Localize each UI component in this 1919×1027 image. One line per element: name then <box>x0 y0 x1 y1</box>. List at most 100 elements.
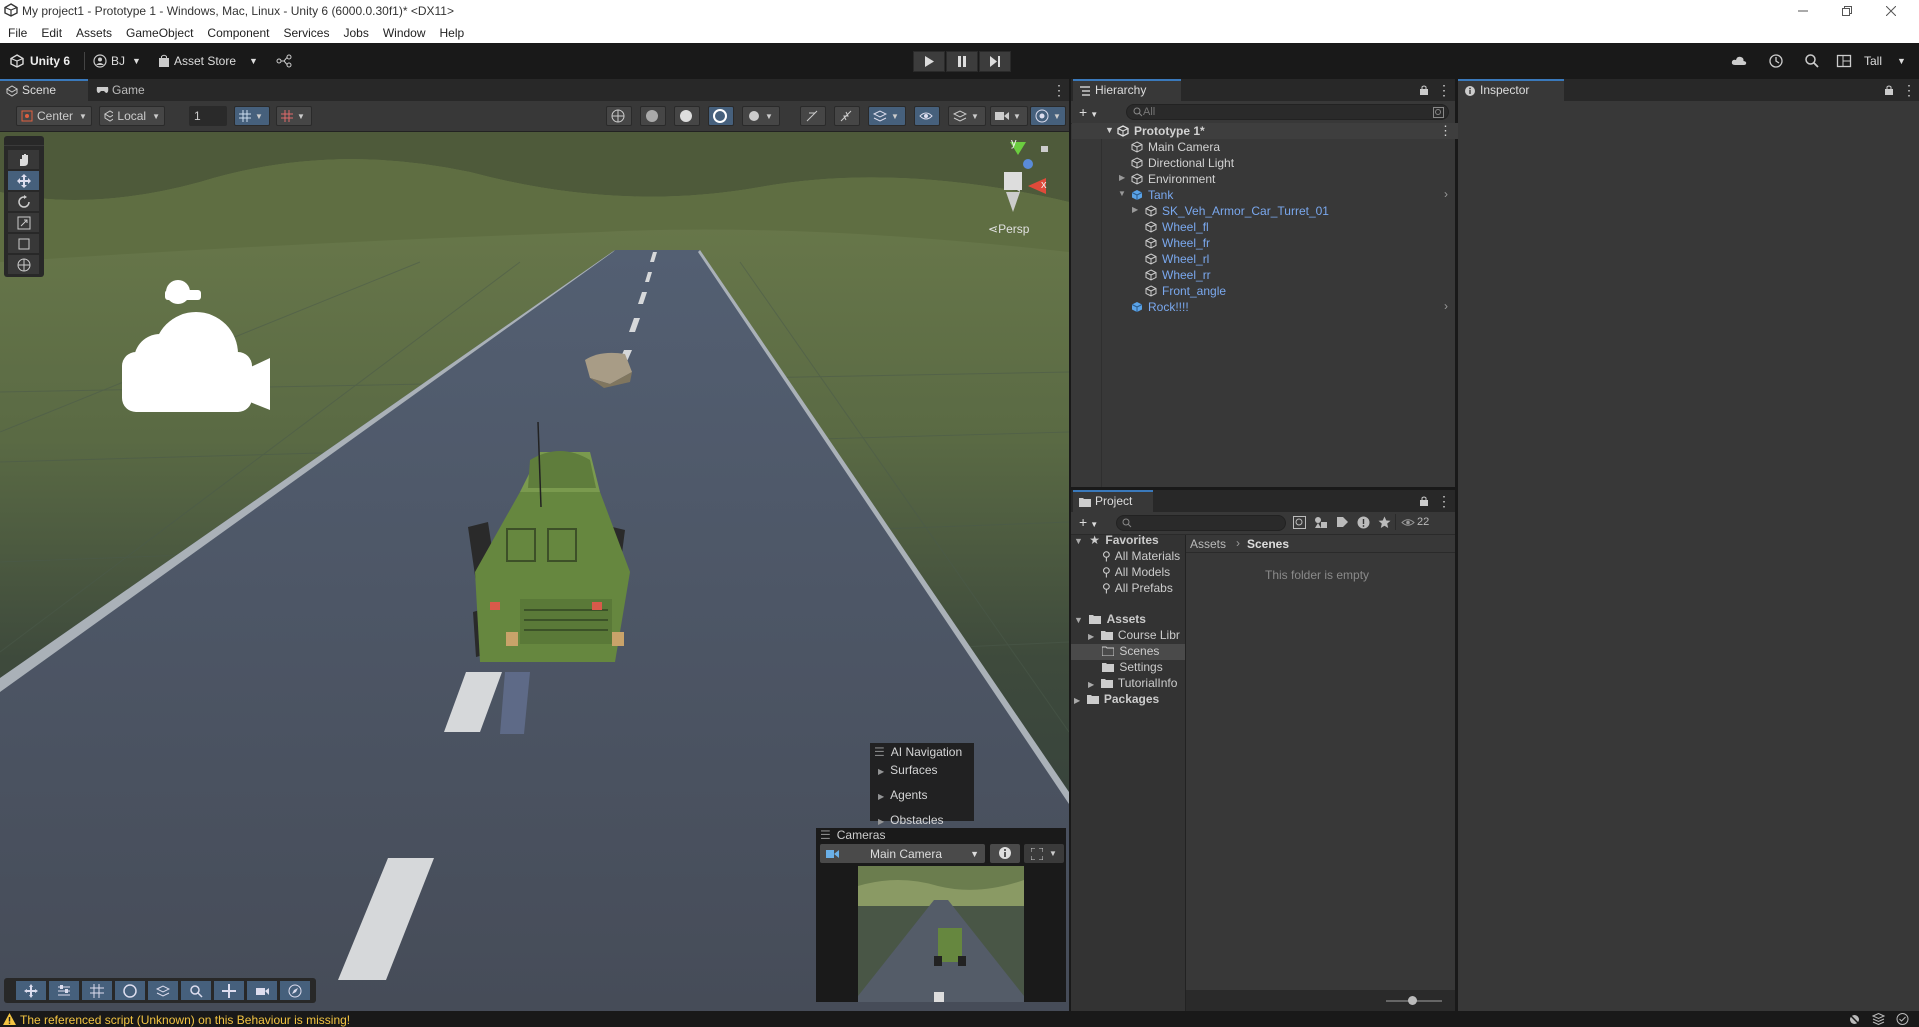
transform-tools-button[interactable] <box>16 981 46 1000</box>
hierarchy-item-front-angle[interactable]: Front_angle <box>1072 283 1458 299</box>
hidden-packages-icon[interactable] <box>1401 518 1415 527</box>
pivot-mode-dropdown[interactable]: Center ▼ <box>16 106 92 126</box>
rotate-tool-button[interactable] <box>8 192 39 211</box>
hierarchy-item-main-camera[interactable]: Main Camera <box>1072 139 1458 155</box>
menu-window[interactable]: Window <box>383 26 426 40</box>
chevron-down-icon[interactable]: ▼ <box>1105 125 1114 135</box>
search-icon[interactable] <box>1804 53 1820 69</box>
chevron-down-icon[interactable]: ▼ <box>132 56 141 66</box>
more-options-icon[interactable]: ⋮ <box>1437 82 1451 99</box>
unlit-button[interactable] <box>708 106 734 126</box>
ai-nav-obstacles[interactable]: ▶ Obstacles <box>878 813 944 827</box>
hierarchy-item-rock[interactable]: Rock!!!! › <box>1072 299 1458 315</box>
grid-size-input[interactable]: 1 <box>189 106 227 126</box>
gizmos-dropdown[interactable]: ▼ <box>1030 106 1066 126</box>
tree-assets[interactable]: ▼ Assets <box>1074 612 1146 628</box>
chevron-down-icon[interactable]: ▼ <box>249 56 258 66</box>
play-button[interactable] <box>913 51 945 72</box>
add-object-button[interactable]: + ▼ <box>1079 104 1098 120</box>
tree-folder-course-library[interactable]: ▶ Course Libr <box>1088 628 1184 644</box>
hierarchy-item-wheel-rl[interactable]: Wheel_rl <box>1072 251 1458 267</box>
chevron-right-icon[interactable]: ▶ <box>1119 173 1125 182</box>
chevron-right-icon[interactable]: ▶ <box>1088 632 1094 641</box>
tree-packages[interactable]: ▶ Packages <box>1074 692 1159 708</box>
unity-version-label[interactable]: Unity 6 <box>30 54 70 68</box>
bug-icon[interactable] <box>1848 1013 1861 1025</box>
icon-size-slider-handle[interactable] <box>1408 996 1417 1005</box>
effects-button[interactable]: ▼ <box>868 106 906 126</box>
hierarchy-item-turret[interactable]: ▶ SK_Veh_Armor_Car_Turret_01 <box>1072 203 1458 219</box>
shaded-button[interactable] <box>674 106 700 126</box>
ai-nav-surfaces[interactable]: ▶ Surfaces <box>878 763 938 777</box>
hierarchy-item-wheel-fr[interactable]: Wheel_fr <box>1072 235 1458 251</box>
more-options-icon[interactable]: ⋮ <box>1439 123 1452 139</box>
tree-favorites[interactable]: ▼ ★ Favorites <box>1074 533 1159 549</box>
grid-visibility-button[interactable]: ▼ <box>276 106 312 126</box>
chevron-right-icon[interactable]: ▶ <box>1074 696 1080 705</box>
ai-navigation-button[interactable] <box>280 981 310 1000</box>
tab-hierarchy[interactable]: Hierarchy <box>1073 79 1181 101</box>
layers-overlay-button[interactable] <box>148 981 178 1000</box>
account-icon[interactable] <box>93 54 107 68</box>
more-options-icon[interactable]: ⋮ <box>1052 82 1066 99</box>
navigation-overlay-button[interactable] <box>214 981 244 1000</box>
lock-icon[interactable] <box>1884 85 1894 95</box>
breadcrumb-scenes[interactable]: Scenes <box>1247 537 1289 551</box>
shaded-wire-button[interactable] <box>640 106 666 126</box>
tree-favorite-all-models[interactable]: ⚲ All Models <box>1102 565 1170 581</box>
log-types-icon[interactable] <box>1357 516 1370 529</box>
chevron-right-icon[interactable]: ▶ <box>1088 680 1094 689</box>
move-tool-button[interactable] <box>8 171 39 190</box>
close-icon[interactable] <box>1869 0 1913 22</box>
tool-settings-button[interactable] <box>49 981 79 1000</box>
breadcrumb-assets[interactable]: Assets <box>1190 537 1226 551</box>
hierarchy-item-tank[interactable]: ▼ Tank › <box>1072 187 1458 203</box>
tab-scene[interactable]: Scene <box>0 79 88 101</box>
pause-button[interactable] <box>946 51 978 72</box>
chevron-down-icon[interactable]: ▼ <box>1897 56 1906 66</box>
scale-tool-button[interactable] <box>8 213 39 232</box>
cloud-icon[interactable] <box>1731 54 1747 68</box>
grid-snap-button[interactable]: ▼ <box>234 106 270 126</box>
tab-game[interactable]: Game <box>90 79 170 101</box>
chevron-down-icon[interactable]: ▼ <box>1118 189 1126 198</box>
menu-assets[interactable]: Assets <box>76 26 112 40</box>
more-options-icon[interactable]: ⋮ <box>1902 82 1916 99</box>
tree-favorite-all-materials[interactable]: ⚲ All Materials <box>1102 549 1184 565</box>
menu-gameobject[interactable]: GameObject <box>126 26 193 40</box>
space-mode-dropdown[interactable]: Local ▼ <box>99 106 165 126</box>
rect-tool-button[interactable] <box>8 234 39 253</box>
chevron-right-icon[interactable]: › <box>1444 299 1448 313</box>
debug-view-button[interactable]: ▼ <box>742 106 780 126</box>
hierarchy-item-wheel-rr[interactable]: Wheel_rr <box>1072 267 1458 283</box>
stack-icon[interactable] <box>1872 1013 1885 1025</box>
chevron-right-icon[interactable]: › <box>1444 187 1448 201</box>
drag-handle-icon[interactable]: ☰ <box>820 828 831 842</box>
lighting-toggle-button[interactable] <box>834 106 860 126</box>
asset-store-button[interactable]: Asset Store <box>174 54 236 68</box>
search-overlay-button[interactable] <box>181 981 211 1000</box>
chevron-down-icon[interactable]: ▼ <box>1074 615 1083 625</box>
version-control-icon[interactable] <box>276 54 292 68</box>
tree-favorite-all-prefabs[interactable]: ⚲ All Prefabs <box>1102 581 1173 597</box>
search-by-type-icon[interactable] <box>1293 516 1306 529</box>
hand-tool-button[interactable] <box>8 150 39 169</box>
history-icon[interactable] <box>1768 53 1784 69</box>
transform-tool-button[interactable] <box>8 255 39 274</box>
restore-icon[interactable] <box>1825 0 1869 22</box>
lock-icon[interactable] <box>1419 85 1429 95</box>
chevron-down-icon[interactable]: ▼ <box>1074 536 1083 546</box>
camera-info-button[interactable] <box>990 844 1020 863</box>
status-bar[interactable]: The referenced script (Unknown) on this … <box>0 1011 1919 1027</box>
cameras-overlay-button[interactable] <box>247 981 277 1000</box>
hierarchy-item-wheel-fl[interactable]: Wheel_fl <box>1072 219 1458 235</box>
more-options-icon[interactable]: ⋮ <box>1437 493 1451 510</box>
camera-settings-dropdown[interactable]: ▼ <box>990 106 1028 126</box>
layers-dropdown[interactable]: ▼ <box>948 106 986 126</box>
tree-folder-tutorialinfo[interactable]: ▶ TutorialInfo <box>1088 676 1184 692</box>
menu-services[interactable]: Services <box>283 26 329 40</box>
camera-frame-button[interactable]: ▼ <box>1024 844 1064 863</box>
project-search-input[interactable] <box>1116 515 1286 531</box>
menu-jobs[interactable]: Jobs <box>343 26 368 40</box>
menu-component[interactable]: Component <box>207 26 269 40</box>
